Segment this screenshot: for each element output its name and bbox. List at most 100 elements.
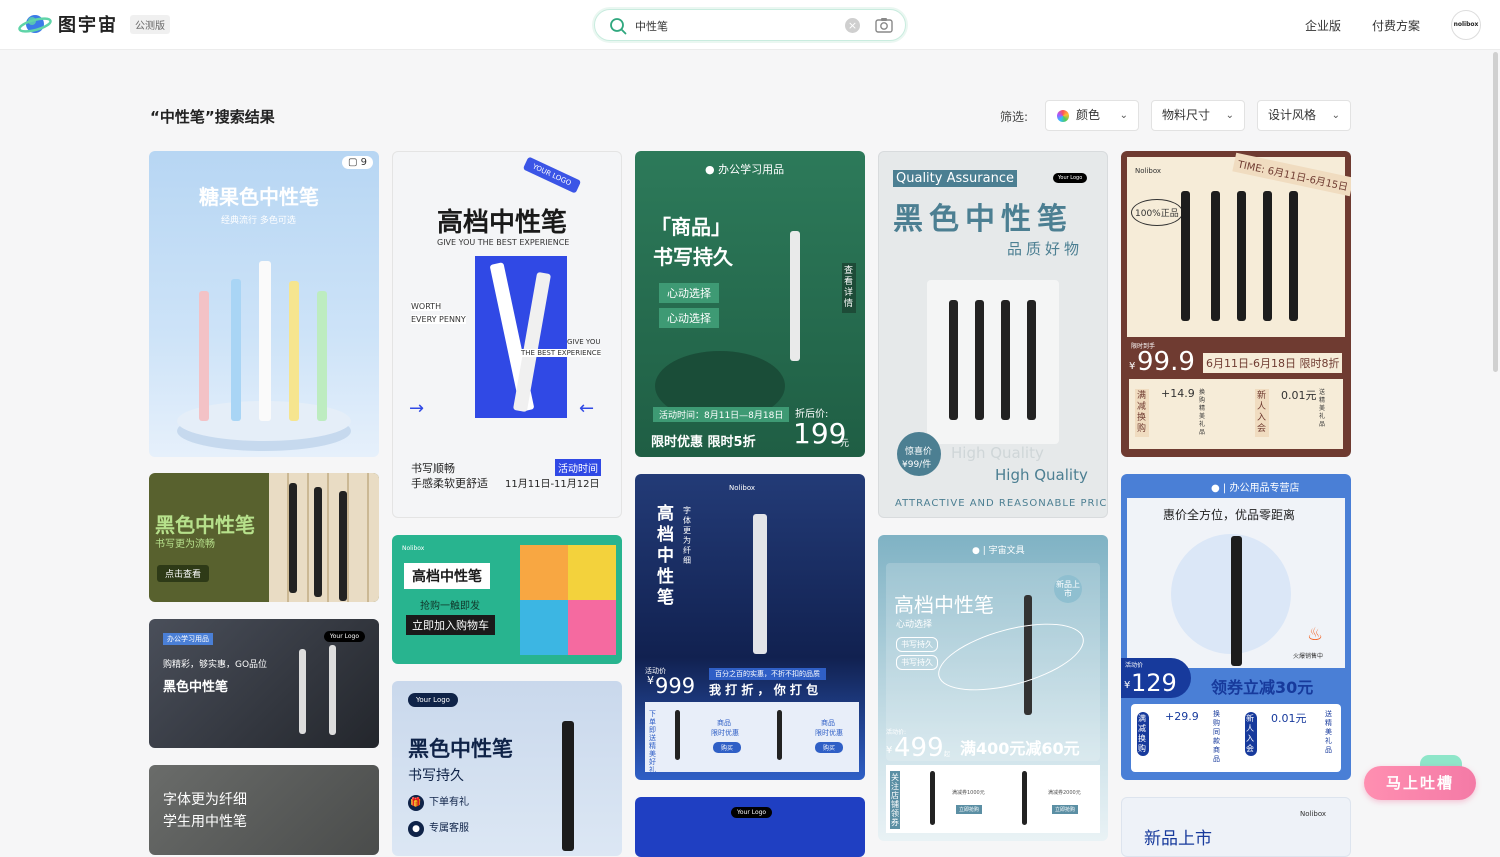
item-label-2: 限时优惠 [711, 729, 739, 737]
pen-image [314, 487, 322, 597]
page-scrollbar[interactable] [1493, 52, 1498, 372]
pill-1: 心动选择 [659, 283, 719, 303]
result-card-new-pen[interactable]: 新品上市 Nolibox [1121, 797, 1351, 857]
result-card-candy-pen[interactable]: ▢ 9 糖果色中性笔 经典流行 多色可选 [149, 151, 379, 457]
pen-image [975, 300, 984, 420]
buy-button[interactable]: 购买 [713, 742, 742, 753]
card-logo: Your Logo [408, 693, 458, 707]
card-title: 新品上市 [1144, 829, 1212, 849]
date-banner: 6月11日-6月18日 限时8折 [1203, 353, 1343, 373]
qa-banner: Quality Assurance [893, 170, 1017, 187]
card-title: 黑色中性笔 [155, 513, 255, 537]
feedback-button[interactable]: 马上吐槽 [1364, 766, 1476, 800]
pill-2: 心动选择 [659, 308, 719, 328]
genuine-stamp: 100%正品 [1131, 199, 1183, 226]
user-icon: ● [408, 821, 424, 837]
card-title: 高档中性笔 [404, 563, 490, 589]
pen-image [777, 710, 782, 760]
promo-tag-2: 新人入会 [1255, 389, 1269, 437]
avatar[interactable]: nolibox [1451, 10, 1481, 40]
card-title: 黑色中性笔 [408, 737, 513, 761]
tag-2: 书写持久 [896, 655, 938, 670]
worth-label-2: EVERY PENNY [411, 315, 466, 324]
result-card-office-pen[interactable]: ● 办公学习用品 「商品」 书写持久 心动选择 心动选择 查看详情 活动时间：8… [635, 151, 865, 457]
filter-style[interactable]: 设计风格 ⌄ [1257, 100, 1351, 131]
badge-line2: ¥99/件 [902, 460, 932, 470]
card-line2: 手感柔软更舒适 [411, 477, 488, 490]
card-brand: ● 办公学习用品 [705, 163, 785, 176]
blue-pen [231, 279, 241, 421]
card-en-subtitle: GIVE YOU THE BEST EXPERIENCE [437, 238, 570, 247]
give-label-2: THE BEST EXPERIENCE [521, 349, 602, 357]
result-card-premium-pen-green[interactable]: Nolibox 高档中性笔 抢购一触即发 立即加入购物车 [392, 535, 622, 664]
filter-color[interactable]: 颜色 ⌄ [1045, 100, 1139, 131]
result-card-nolibox-pen[interactable]: Nolibox TIME: 6月11日-6月15日 100%正品 限时到手 ¥ … [1121, 151, 1351, 457]
nav-enterprise[interactable]: 企业版 [1305, 17, 1341, 34]
search-input[interactable]: 中性笔 [635, 18, 668, 34]
clear-icon[interactable]: × [845, 18, 860, 33]
result-card-black-pen-dark[interactable]: 办公学习用品 Your Logo 购精彩，够实惠，GO品位 黑色中性笔 [149, 619, 379, 748]
tag-1: 书写持久 [896, 637, 938, 652]
price: 499 [894, 733, 944, 763]
card-title: 糖果色中性笔 [199, 185, 319, 209]
pen-image [1263, 191, 1272, 321]
footer-text: ATTRACTIVE AND REASONABLE PRICE [895, 498, 1108, 509]
camera-icon[interactable] [875, 17, 893, 37]
green-pen [317, 291, 327, 421]
buy-button-2[interactable]: 立即抢购 [1052, 805, 1079, 814]
nav-pricing[interactable]: 付费方案 [1372, 17, 1420, 34]
deal-text: 满400元减60元 [960, 739, 1080, 758]
service-item-label: 专属客服 [429, 823, 469, 834]
result-card-premium-pen-navy[interactable]: Nolibox 高档中性笔 字体更为纤细 活动价 ¥ 999 百分之百的实惠，不… [635, 474, 865, 780]
results-title: “中性笔”搜索结果 [150, 108, 275, 126]
price: 129 [1131, 669, 1177, 697]
give-label: GIVE YOU [567, 338, 601, 346]
buy-button[interactable]: 立即抢购 [956, 805, 983, 814]
pen-image [1001, 300, 1010, 420]
view-button[interactable]: 点击查看 [157, 565, 210, 582]
top-bar: 图宇宙 公测版 中性笔 × 企业版 付费方案 nolibox [0, 0, 1500, 50]
fire-icon: ♨ [1307, 624, 1324, 645]
new-badge: 新品上市 [1054, 575, 1082, 603]
result-card-premium-pen[interactable]: YOUR LOGO 高档中性笔 GIVE YOU THE BEST EXPERI… [392, 151, 622, 518]
logo-text: 图宇宙 [58, 15, 118, 36]
activity-label: 活动价 [1125, 662, 1144, 669]
detail-side-tab[interactable]: 查看详情 [842, 263, 856, 313]
arrow-left-icon: ← [579, 398, 595, 419]
add-to-cart-button[interactable]: 立即加入购物车 [406, 615, 495, 635]
promo-desc-1: 换购同款商品 [1213, 710, 1220, 763]
result-card-black-pen-light[interactable]: Your Logo 黑色中性笔 书写持久 🎁 下单有礼 ● 专属客服 [392, 681, 622, 856]
vertical-subtitle: 字体更为纤细 [683, 506, 691, 565]
chevron-down-icon: ⌄ [1225, 110, 1234, 121]
pen-image [1211, 191, 1220, 321]
pink-pen [199, 291, 209, 421]
white-pen [259, 261, 271, 421]
result-card-office-store-pen[interactable]: ● | 办公用品专营店 惠价全方位，优品零距离 ♨ 火爆销售中 活动价 ¥ 12… [1121, 474, 1351, 780]
result-card-stationery-pen[interactable]: ● | 宇宙文具 高档中性笔 心动选择 书写持久 书写持久 新品上市 活动价: … [878, 535, 1108, 841]
fire-label: 火爆销售中 [1293, 653, 1324, 660]
result-card-quality-pen[interactable]: Quality Assurance Your Logo 黑色中性笔 品质好物 惊… [878, 151, 1108, 518]
yen: ¥ [1129, 361, 1136, 372]
result-card-black-pen-checker[interactable]: 黑色中性笔 书写更为流畅 点击查看 [149, 473, 379, 602]
card-subtitle: 抢购一触即发 [420, 601, 480, 612]
result-card-student-pen[interactable]: 字体更为纤细 学生用中性笔 [149, 765, 379, 855]
result-card-blue-bottom[interactable]: Your Logo [635, 797, 865, 857]
card-brand: Nolibox [402, 545, 425, 552]
pen-image [1027, 300, 1036, 420]
pen-image [1237, 191, 1246, 321]
card-logo: Your Logo [1053, 173, 1088, 183]
pen-image [329, 645, 336, 735]
item-label-3: 商品 [821, 719, 835, 727]
arrow-right-icon: → [409, 398, 425, 419]
pen-image [790, 231, 800, 361]
search-bar[interactable]: 中性笔 × [594, 9, 906, 41]
price-unit: 起 [944, 751, 951, 758]
activity-time: 活动时间：8月11日—8月18日 [653, 407, 790, 422]
filter-size[interactable]: 物料尺寸 ⌄ [1151, 100, 1245, 131]
buy-button-2[interactable]: 购买 [815, 742, 844, 753]
chevron-down-icon: ⌄ [1119, 110, 1128, 121]
yen: ¥ [886, 745, 893, 756]
gift-item-label: 下单有礼 [429, 797, 469, 808]
logo[interactable]: 图宇宙 公测版 [18, 10, 170, 38]
card-title2: 书写持久 [653, 245, 733, 269]
